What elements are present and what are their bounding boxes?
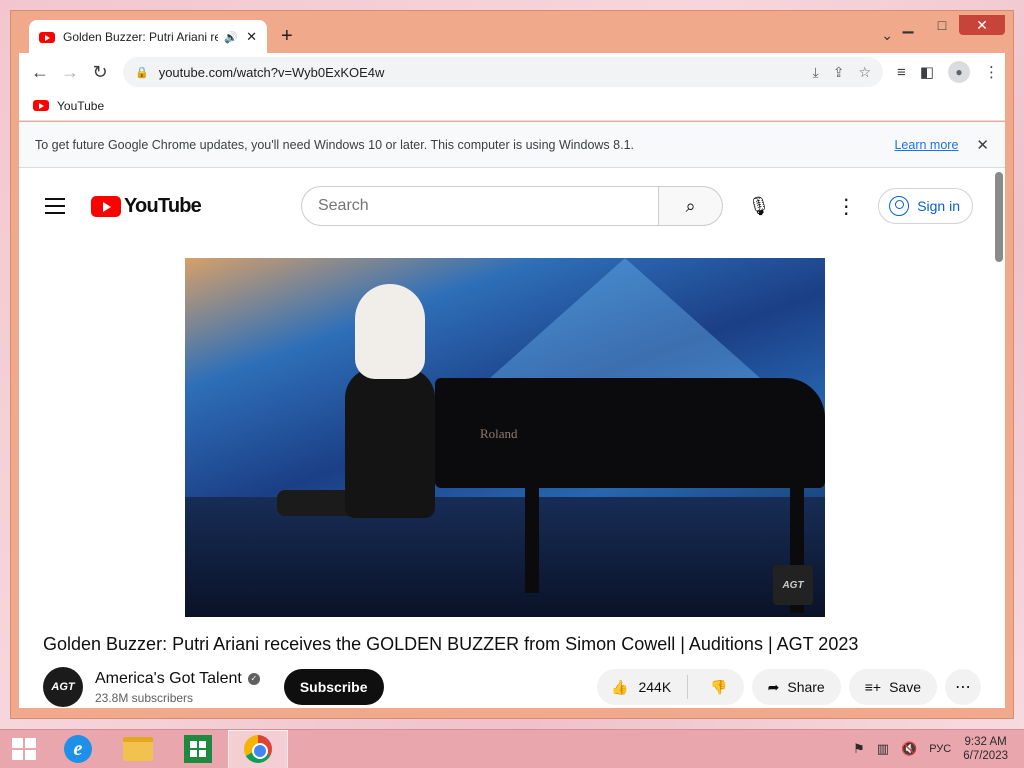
install-app-icon[interactable]: ⤓	[813, 64, 819, 81]
bookmark-star-icon[interactable]: ☆	[858, 64, 871, 81]
youtube-wordmark: YouTube	[124, 194, 202, 217]
tab-title: Golden Buzzer: Putri Ariani re	[63, 30, 219, 44]
side-panel-icon[interactable]: ◧	[920, 63, 934, 81]
address-bar[interactable]: 🔒 youtube.com/watch?v=Wyb0ExKOE4w ⤓ ⇪ ☆	[123, 57, 884, 87]
share-button[interactable]: ➦ Share	[751, 669, 841, 705]
bookmarks-bar: YouTube	[19, 91, 1005, 121]
action-center-flag-icon[interactable]: ⚑	[853, 741, 865, 757]
save-button[interactable]: ≡+ Save	[848, 669, 937, 705]
video-actions: 👍 244K 👎 ➦ Share ≡+ Save ⋯	[597, 669, 981, 705]
tab-youtube-video[interactable]: Golden Buzzer: Putri Ariani re 🔊 ✕	[29, 20, 267, 54]
performer-hijab	[355, 284, 425, 379]
system-tray: ⚑ ▥ 🔇 РУС 9:32 AM 6/7/2023	[853, 735, 1024, 763]
input-language[interactable]: РУС	[929, 743, 951, 755]
like-dislike-group: 👍 244K 👎	[597, 669, 744, 705]
clock[interactable]: 9:32 AM 6/7/2023	[963, 735, 1008, 763]
taskbar-chrome[interactable]	[228, 729, 288, 768]
share-page-icon[interactable]: ⇪	[833, 64, 845, 81]
learn-more-link[interactable]: Learn more	[894, 138, 958, 152]
search-icon: ⌕	[685, 195, 696, 216]
taskbar-store[interactable]	[168, 730, 228, 768]
thumbs-down-icon: 👎	[710, 678, 728, 695]
thumbs-up-icon: 👍	[611, 678, 629, 695]
start-button[interactable]	[0, 730, 48, 768]
volume-muted-icon[interactable]: 🔇	[901, 741, 917, 757]
media-control-icon[interactable]: ≡	[897, 64, 906, 81]
video-player[interactable]: Roland AGT	[185, 258, 825, 617]
reload-button[interactable]: ↻	[85, 57, 115, 87]
channel-info: America's Got Talent ✓ 23.8M subscribers	[95, 670, 260, 705]
maximize-button[interactable]: □	[925, 15, 959, 35]
voice-search-button[interactable]: 🎙	[739, 186, 779, 226]
channel-avatar[interactable]: AGT	[43, 667, 83, 707]
taskbar-internet-explorer[interactable]: e	[48, 730, 108, 768]
windows-logo-icon	[12, 738, 36, 760]
lock-icon[interactable]: 🔒	[135, 66, 149, 79]
performer-body	[345, 368, 435, 518]
window-controls: ▁ □ ✕	[891, 15, 1005, 35]
subscriber-count: 23.8M subscribers	[95, 690, 194, 705]
internet-explorer-icon: e	[64, 735, 92, 763]
back-button[interactable]: ←	[25, 57, 55, 87]
sign-in-label: Sign in	[917, 198, 960, 214]
playlist-add-icon: ≡+	[864, 679, 882, 695]
piano-leg	[525, 483, 539, 593]
tab-close-icon[interactable]: ✕	[246, 29, 257, 45]
like-count: 244K	[638, 679, 672, 695]
clock-date: 6/7/2023	[963, 750, 1008, 762]
close-window-button[interactable]: ✕	[959, 15, 1005, 35]
dislike-button[interactable]: 👎	[696, 679, 743, 696]
network-icon[interactable]: ▥	[877, 741, 889, 757]
windows-taskbar: e ⚑ ▥ 🔇 РУС 9:32 AM 6/7/2023	[0, 729, 1024, 768]
url-text[interactable]: youtube.com/watch?v=Wyb0ExKOE4w	[159, 65, 813, 80]
clock-time: 9:32 AM	[964, 736, 1007, 748]
subscribe-button[interactable]: Subscribe	[283, 669, 384, 705]
chrome-menu-icon[interactable]: ⋮	[984, 63, 999, 81]
bookmark-youtube[interactable]: YouTube	[57, 99, 104, 113]
infobar-message: To get future Google Chrome updates, you…	[35, 137, 634, 152]
video-title: Golden Buzzer: Putri Ariani receives the…	[43, 634, 859, 654]
search-input[interactable]: Search	[300, 186, 659, 226]
tab-strip: Golden Buzzer: Putri Ariani re 🔊 ✕ + ⌄	[19, 11, 1013, 54]
new-tab-button[interactable]: +	[281, 25, 293, 48]
profile-avatar-icon[interactable]: ●	[948, 61, 970, 83]
agt-watermark: AGT	[773, 565, 813, 605]
chrome-window: Golden Buzzer: Putri Ariani re 🔊 ✕ + ⌄ ▁…	[10, 10, 1014, 719]
sign-in-button[interactable]: Sign in	[878, 188, 973, 224]
microphone-icon: 🎙	[747, 195, 771, 216]
forward-button[interactable]: →	[55, 57, 85, 87]
minimize-button[interactable]: ▁	[891, 15, 925, 35]
page-scrollbar[interactable]	[995, 172, 1003, 262]
youtube-header: YouTube Search ⌕ 🎙 ⋮ Sign in	[19, 178, 985, 234]
channel-name[interactable]: America's Got Talent	[95, 670, 242, 688]
save-label: Save	[889, 679, 921, 695]
more-actions-icon[interactable]: ⋯	[945, 669, 981, 705]
share-label: Share	[787, 679, 825, 695]
browser-toolbar: ← → ↻ 🔒 youtube.com/watch?v=Wyb0ExKOE4w …	[19, 53, 1005, 91]
youtube-logo[interactable]: YouTube	[91, 194, 202, 218]
infobar-close-icon[interactable]: ✕	[976, 136, 989, 154]
guide-menu-icon[interactable]	[45, 198, 65, 214]
chrome-icon	[244, 735, 272, 763]
search-button[interactable]: ⌕	[658, 186, 723, 226]
windows-store-icon	[184, 735, 212, 763]
like-button[interactable]: 👍 244K	[597, 675, 689, 699]
youtube-play-logo-icon	[91, 195, 121, 217]
audio-playing-icon[interactable]: 🔊	[224, 31, 238, 44]
file-explorer-icon	[123, 737, 153, 761]
piano-brand-text: Roland	[480, 426, 518, 441]
settings-menu-icon[interactable]: ⋮	[826, 194, 866, 219]
youtube-page: YouTube Search ⌕ 🎙 ⋮ Sign in Roland AGT …	[19, 168, 1005, 708]
search-bar: Search ⌕	[300, 186, 723, 226]
youtube-favicon-icon	[39, 31, 55, 43]
video-meta-row: AGT America's Got Talent ✓ 23.8M subscri…	[43, 664, 981, 708]
account-icon	[889, 196, 910, 216]
youtube-bookmark-icon	[33, 100, 49, 111]
share-arrow-icon: ➦	[767, 678, 780, 695]
verified-badge-icon: ✓	[247, 672, 260, 685]
taskbar-file-explorer[interactable]	[108, 730, 168, 768]
update-infobar: To get future Google Chrome updates, you…	[19, 122, 1005, 168]
